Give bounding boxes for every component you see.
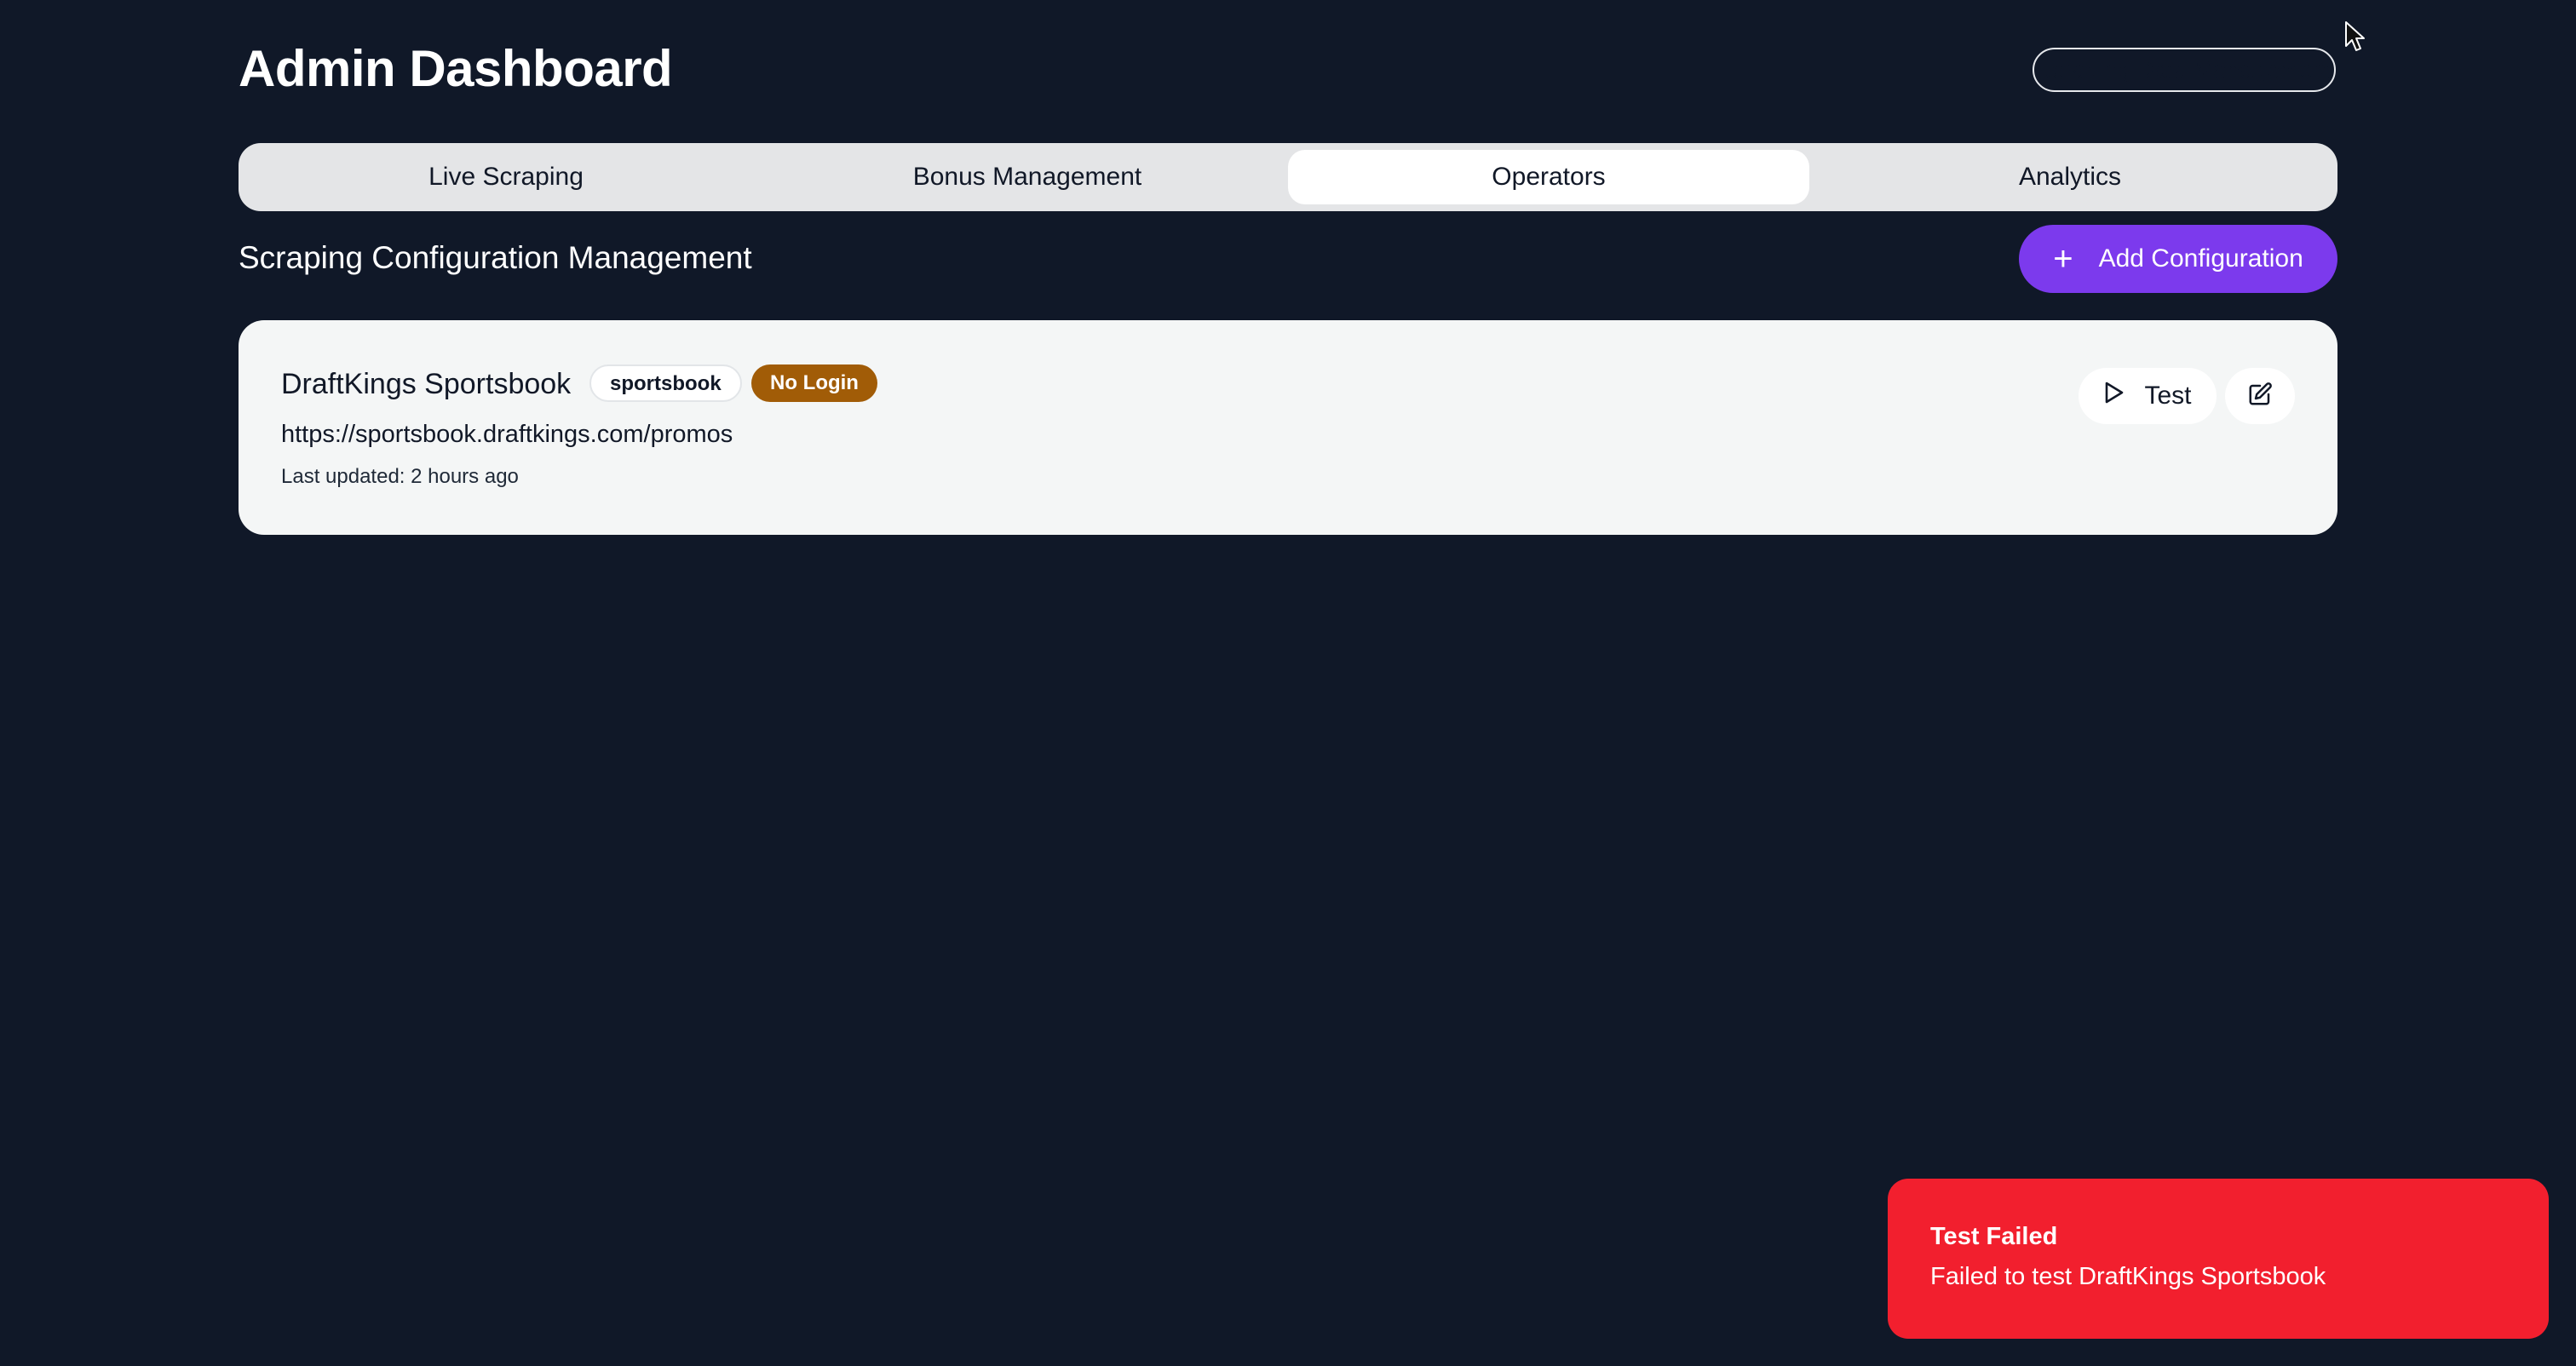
tab-bonus-management[interactable]: Bonus Management (767, 150, 1288, 204)
operator-name: DraftKings Sportsbook (281, 368, 572, 400)
tab-bar: Live Scraping Bonus Management Operators… (239, 143, 2337, 211)
tab-operators[interactable]: Operators (1288, 150, 1809, 204)
operator-url: https://sportsbook.draftkings.com/promos (281, 421, 733, 448)
mouse-cursor-icon (2344, 20, 2366, 57)
toast-message: Failed to test DraftKings Sportsbook (1930, 1263, 2326, 1290)
configuration-card: DraftKings Sportsbook sportsbook No Logi… (239, 320, 2337, 535)
tab-live-scraping[interactable]: Live Scraping (245, 150, 767, 204)
admin-dashboard-page: Admin Dashboard Scraping Data Management… (0, 0, 2576, 1366)
test-button-label: Test (2144, 382, 2192, 410)
add-configuration-label: Add Configuration (2098, 244, 2303, 273)
edit-icon (2247, 382, 2273, 411)
login-status-badge: No Login (751, 364, 877, 402)
section-title: Scraping Configuration Management (239, 240, 752, 275)
page-title: Admin Dashboard (239, 40, 673, 97)
scraping-data-management-button[interactable]: Scraping Data Management (2033, 48, 2336, 92)
plus-icon: + (2053, 240, 2073, 278)
test-button[interactable]: Test (2079, 368, 2217, 424)
add-configuration-button[interactable]: + Add Configuration (2019, 225, 2337, 293)
play-icon (2103, 381, 2125, 411)
toast-title: Test Failed (1930, 1223, 2058, 1250)
edit-button[interactable] (2225, 368, 2295, 424)
last-updated-text: Last updated: 2 hours ago (281, 465, 519, 488)
error-toast: Test Failed Failed to test DraftKings Sp… (1888, 1179, 2549, 1339)
category-badge: sportsbook (589, 364, 742, 402)
tab-analytics[interactable]: Analytics (1809, 150, 2331, 204)
